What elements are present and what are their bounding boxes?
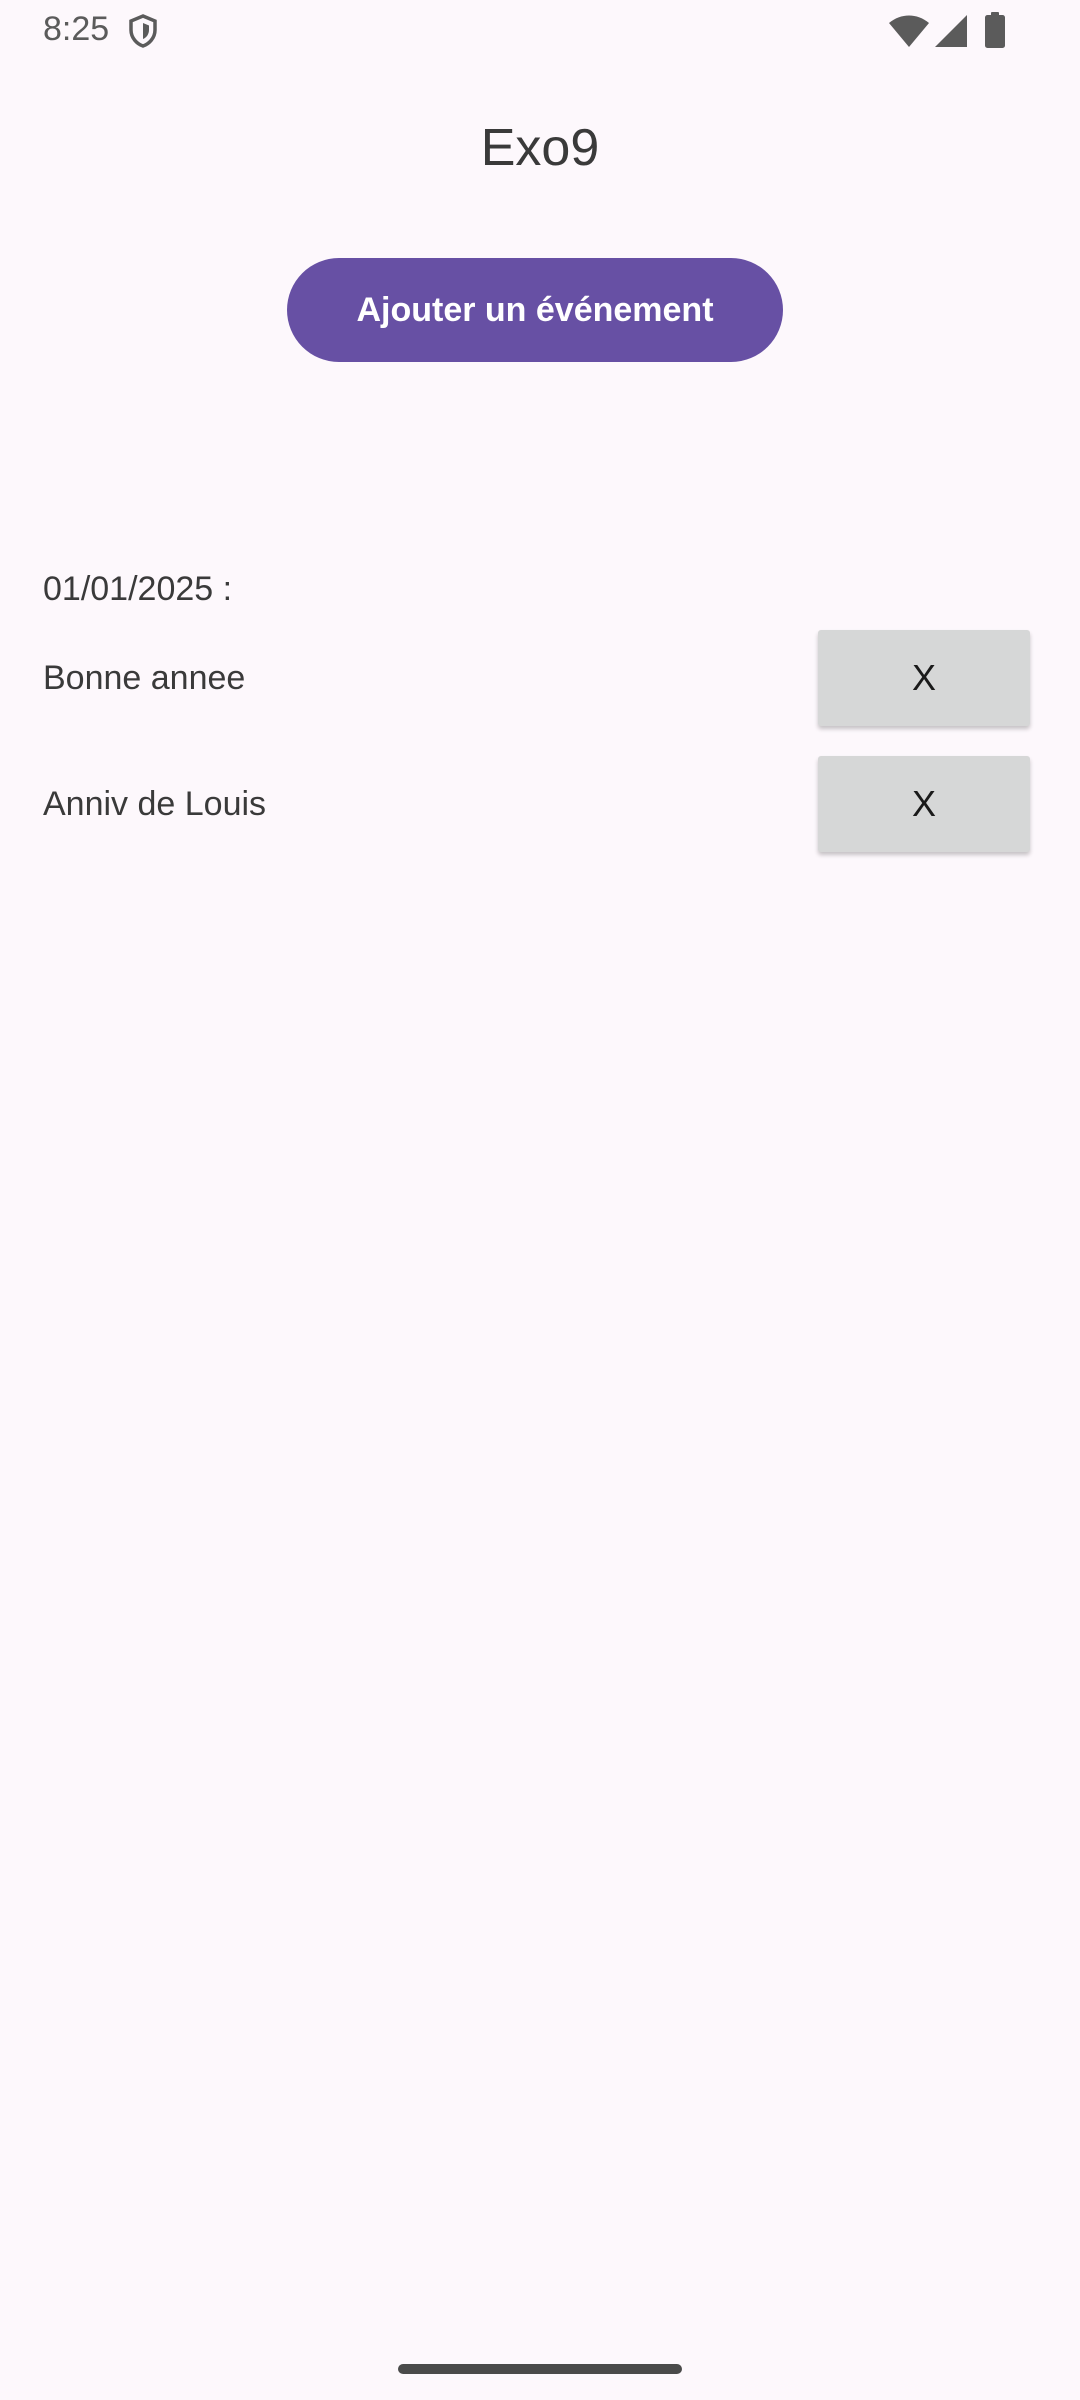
- status-bar: 8:25: [0, 0, 1080, 62]
- home-indicator[interactable]: [398, 2364, 682, 2374]
- event-row: Anniv de Louis X: [0, 756, 1080, 852]
- event-label: Bonne annee: [43, 658, 246, 697]
- event-date-label: 01/01/2025 :: [43, 570, 233, 608]
- app-title: Exo9: [480, 119, 600, 177]
- delete-event-button[interactable]: X: [818, 630, 1030, 726]
- signal-icon: [935, 15, 967, 47]
- shield-icon: [129, 14, 157, 48]
- event-row: Bonne annee X: [0, 630, 1080, 726]
- add-event-button[interactable]: Ajouter un événement: [287, 258, 783, 362]
- battery-icon: [985, 12, 1005, 48]
- delete-event-button[interactable]: X: [818, 756, 1030, 852]
- status-time: 8:25: [43, 10, 110, 48]
- wifi-icon: [889, 15, 929, 47]
- event-label: Anniv de Louis: [43, 784, 267, 823]
